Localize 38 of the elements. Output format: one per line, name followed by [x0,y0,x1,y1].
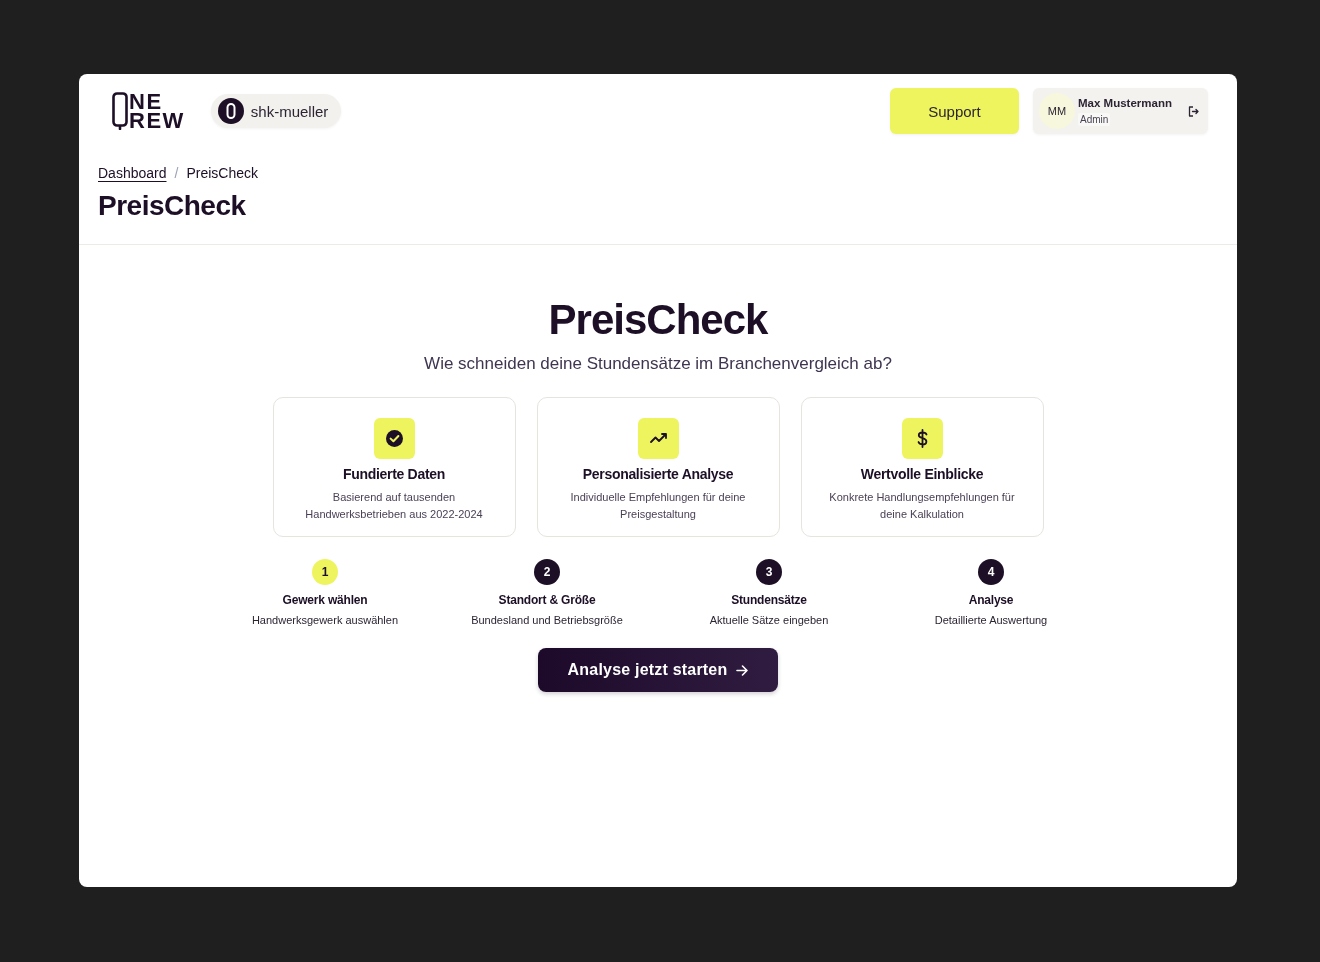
feature-description: Konkrete Handlungsempfehlungen für deine Kalkulation [828,490,1016,522]
feature-title: Fundierte Daten [342,465,446,483]
feature-description: Basierend auf tausenden Handwerksbetrieben aus 2022-2024 [304,490,484,522]
arrow-right-icon [736,664,749,676]
breadcrumb-current: PreisCheck [186,164,258,182]
trend-up-icon [637,418,679,459]
step-number: 2 [534,559,560,585]
step-description: Bundesland und Betriebsgröße [471,613,623,628]
feature-title: Personalisierte Analyse [582,465,734,483]
support-button[interactable]: Support [890,88,1019,134]
step-number: 3 [756,559,782,585]
dollar-icon [901,418,943,459]
step-description: Aktuelle Sätze eingeben [709,613,829,628]
workspace-switcher[interactable]: shk-mueller [210,94,342,128]
user-role: Admin [1078,113,1111,126]
step-number: 4 [978,559,1004,585]
step-title: Standort & Größe [498,592,596,608]
step-title: Analyse [968,592,1014,608]
user-name: Max Mustermann [1078,96,1172,111]
start-analysis-button[interactable]: Analyse jetzt starten [538,648,778,692]
logo-text: REW [129,111,185,130]
logo-mark-icon [112,92,128,130]
page-title: PreisCheck [98,189,247,223]
logout-icon[interactable] [1188,105,1199,117]
feature-title: Wertvolle Einblicke [860,465,984,483]
breadcrumb-link[interactable]: Dashboard [98,164,167,182]
breadcrumb-separator: / [174,164,179,182]
feature-description: Individuelle Empfehlungen für deine Preisgestaltung [569,490,747,522]
hero-title: PreisCheck [548,296,768,344]
logo-text: NE [129,92,163,111]
step-description: Handwerksgewerk auswählen [251,613,399,628]
hero-subtitle: Wie schneiden deine Stundensätze im Branchenvergleich ab? [424,353,892,375]
step-title: Stundensätze [731,592,807,608]
step-description: Detaillierte Auswertung [934,613,1048,628]
workspace-logo-icon [217,98,244,124]
user-avatar: MM [1039,93,1075,129]
step-number: 1 [312,559,338,585]
step-title: Gewerk wählen [282,592,368,608]
